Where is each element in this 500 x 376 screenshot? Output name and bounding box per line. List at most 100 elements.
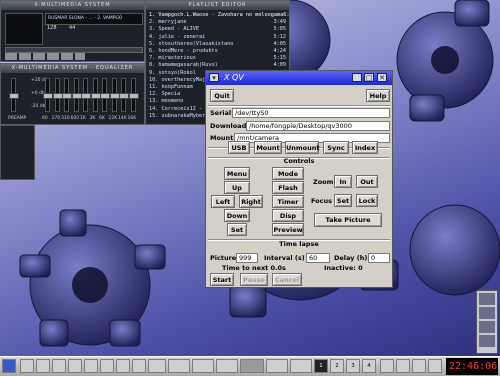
eq-slider-knob[interactable] <box>43 93 53 99</box>
eq-slider-knob[interactable] <box>90 93 101 99</box>
playlist-item[interactable]: 7. mirasterious 5:15 <box>146 55 289 62</box>
cancel-button[interactable]: Cancel <box>272 273 302 286</box>
take-picture-button[interactable]: Take Picture <box>314 213 382 227</box>
tray-icon[interactable] <box>428 359 442 373</box>
playlist-item[interactable]: 5. stosuthereo(Vlasakistano 4:05 <box>146 41 289 48</box>
index-button[interactable]: Index <box>352 141 378 154</box>
mode-button[interactable]: Mode <box>272 167 304 180</box>
eq-slider[interactable] <box>119 78 129 112</box>
task-item[interactable] <box>20 359 34 373</box>
task-item[interactable] <box>116 359 130 373</box>
task-item[interactable] <box>52 359 66 373</box>
playlist-item[interactable]: 6. hondMere - produkts 4:24 <box>146 48 289 55</box>
task-item[interactable] <box>36 359 50 373</box>
quit-button[interactable]: Quit <box>210 89 234 102</box>
lock-button[interactable]: Lock <box>356 194 378 207</box>
task-item[interactable] <box>216 359 238 373</box>
focus-set-button[interactable]: Set <box>334 194 352 207</box>
dock-icon[interactable] <box>479 307 495 319</box>
task-item[interactable] <box>290 359 312 373</box>
preview-button[interactable]: Preview <box>272 223 304 236</box>
pictures-field[interactable]: 999 <box>236 253 258 263</box>
playlist-item[interactable]: 4. julie - zenerai 5:12 <box>146 34 289 41</box>
left-button[interactable]: Left <box>211 195 235 208</box>
playlist-item[interactable]: 8. hamamegasarab(Ruvo) 4:09 <box>146 62 289 69</box>
eq-slider-knob[interactable] <box>62 93 72 99</box>
clock[interactable]: 22:46:06 <box>446 358 498 375</box>
eq-slider-knob[interactable] <box>100 93 110 99</box>
task-item[interactable] <box>148 359 166 373</box>
eq-slider[interactable] <box>71 78 82 112</box>
help-button[interactable]: Help <box>366 89 390 102</box>
playlist-title[interactable]: PLAYLIST EDITOR <box>146 1 289 10</box>
eq-slider[interactable] <box>90 78 101 112</box>
playlist-item[interactable]: 1. Vampgoch.L.Waose - Zavohara no meloog… <box>146 12 289 19</box>
eq-slider-knob[interactable] <box>128 93 139 99</box>
close-button[interactable]: ✕ <box>377 73 387 82</box>
eq-slider-knob[interactable] <box>119 93 129 99</box>
desktop-4[interactable]: 4 <box>362 359 376 373</box>
maximize-button[interactable]: □ <box>364 73 374 82</box>
minimize-button[interactable]: _ <box>352 73 362 82</box>
dock-icon[interactable] <box>479 335 495 347</box>
up-button[interactable]: Up <box>224 181 250 194</box>
xmms-transport-controls[interactable] <box>5 53 85 60</box>
eq-slider-knob[interactable] <box>52 93 63 99</box>
zoom-out-button[interactable]: Out <box>356 175 378 188</box>
desktop-1[interactable]: 1 <box>314 359 328 373</box>
right-button[interactable]: Right <box>239 195 263 208</box>
task-item[interactable] <box>192 359 214 373</box>
eq-slider-knob[interactable] <box>9 93 19 99</box>
zoom-in-button[interactable]: In <box>334 175 352 188</box>
window-menu-button[interactable]: ▾ <box>209 73 219 82</box>
timer-button[interactable]: Timer <box>272 195 304 208</box>
download-field[interactable]: /home/fongpie/Desktop/qv3000 <box>246 121 390 131</box>
playlist-item[interactable]: 3. Speed - ALIVE 5:05 <box>146 26 289 33</box>
task-item[interactable] <box>100 359 114 373</box>
start-button[interactable]: Start <box>210 273 234 286</box>
eq-slider[interactable] <box>128 78 139 112</box>
task-item[interactable] <box>132 359 146 373</box>
eq-slider[interactable] <box>9 78 19 112</box>
mount-button[interactable]: Mount <box>254 141 282 154</box>
eq-slider-knob[interactable] <box>71 93 82 99</box>
title-bar[interactable]: ▾ X QV _ □ ✕ <box>206 71 392 85</box>
xmms-title[interactable]: X-MULTIMEDIA SYSTEM <box>1 1 144 10</box>
tray-icon[interactable] <box>412 359 426 373</box>
down-button[interactable]: Down <box>224 209 250 222</box>
eq-slider[interactable] <box>62 78 72 112</box>
task-item[interactable] <box>68 359 82 373</box>
eq-slider[interactable] <box>43 78 53 112</box>
menu-button[interactable]: Menu <box>224 167 250 180</box>
eq-slider[interactable] <box>100 78 110 112</box>
start-menu-icon[interactable] <box>2 359 16 373</box>
disp-button[interactable]: Disp <box>272 209 304 222</box>
desktop-3[interactable]: 3 <box>346 359 360 373</box>
zoom-label: Zoom <box>313 178 334 186</box>
eq-slider-knob[interactable] <box>81 93 91 99</box>
serial-field[interactable]: /dev/ttyS0 <box>232 108 390 118</box>
task-item[interactable] <box>168 359 190 373</box>
task-item-qv[interactable] <box>240 359 264 373</box>
task-item[interactable] <box>266 359 288 373</box>
equalizer-title[interactable]: X-MULTIMEDIA SYSTEM - EQUALIZER <box>1 64 144 73</box>
playlist-item[interactable]: 2. merryjane 3:49 <box>146 19 289 26</box>
interval-field[interactable]: 60 <box>306 253 330 263</box>
eq-slider[interactable] <box>81 78 91 112</box>
dock-icon[interactable] <box>479 293 495 305</box>
desktop-2[interactable]: 2 <box>330 359 344 373</box>
eq-slider-knob[interactable] <box>109 93 120 99</box>
task-item[interactable] <box>84 359 98 373</box>
eq-slider[interactable] <box>109 78 120 112</box>
sync-button[interactable]: Sync <box>323 141 349 154</box>
dock-icon[interactable] <box>479 321 495 333</box>
pause-button[interactable]: Pause <box>240 273 268 286</box>
flash-button[interactable]: Flash <box>272 181 304 194</box>
eq-slider[interactable] <box>52 78 63 112</box>
tray-icon[interactable] <box>380 359 394 373</box>
usb-button[interactable]: USB <box>228 141 250 154</box>
delay-field[interactable]: 0 <box>368 253 390 263</box>
set-button[interactable]: Set <box>227 223 247 236</box>
unmount-button[interactable]: Unmount <box>285 141 320 154</box>
tray-icon[interactable] <box>396 359 410 373</box>
